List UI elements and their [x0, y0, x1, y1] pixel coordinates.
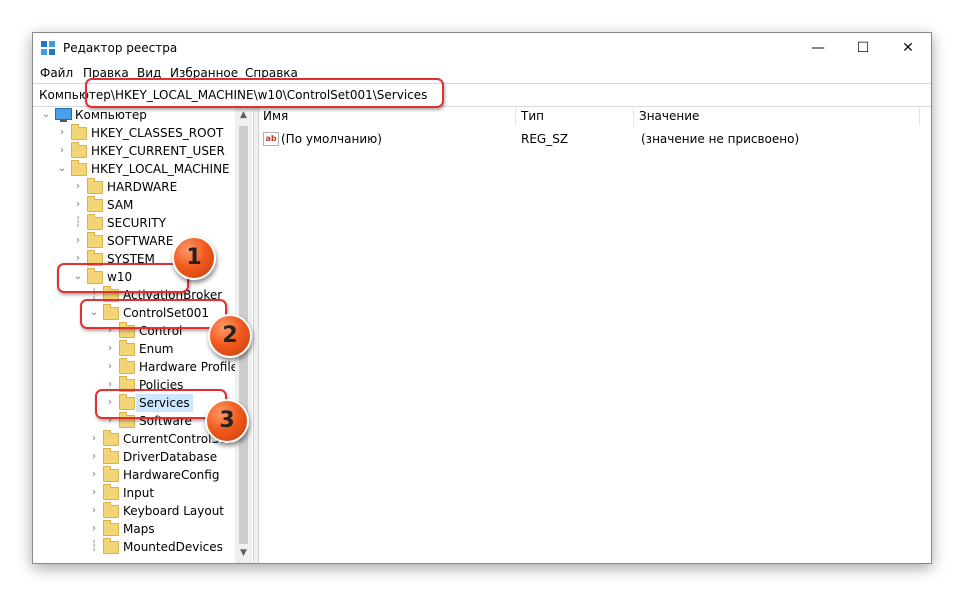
row-name: (По умолчанию) — [281, 132, 382, 146]
tree-item-label: MountedDevices — [123, 540, 223, 554]
folder-icon — [71, 124, 87, 140]
folder-icon — [71, 142, 87, 158]
folder-icon — [103, 538, 119, 554]
address-highlight — [85, 78, 444, 108]
chevron-right-icon[interactable]: › — [105, 358, 115, 376]
tree-item-label: HKEY_LOCAL_MACHINE — [91, 162, 230, 176]
column-header-type[interactable]: Тип — [517, 106, 634, 126]
tree-line-icon: ┆ — [74, 217, 82, 228]
folder-icon — [103, 484, 119, 500]
minimize-button[interactable]: — — [795, 33, 841, 63]
menu-file[interactable]: Файл — [40, 66, 73, 80]
chevron-right-icon[interactable]: › — [73, 232, 83, 250]
folder-icon — [103, 502, 119, 518]
chevron-right-icon[interactable]: › — [89, 520, 99, 538]
chevron-down-icon[interactable]: ⌄ — [41, 106, 51, 124]
title-bar[interactable]: Редактор реестра — ☐ ✕ — [33, 33, 931, 63]
folder-icon — [71, 160, 87, 176]
step-badge-3: 3 — [205, 399, 249, 443]
tree-item-label: Maps — [123, 522, 155, 536]
scroll-down-icon[interactable]: ▼ — [235, 546, 252, 560]
tree-item-label: HKEY_CURRENT_USER — [91, 144, 225, 158]
tree-line-icon: ┆ — [90, 541, 98, 552]
folder-icon — [103, 430, 119, 446]
scroll-up-icon[interactable]: ▲ — [235, 108, 252, 122]
tree-item-label: Keyboard Layout — [123, 504, 225, 518]
folder-icon — [87, 178, 103, 194]
chevron-right-icon[interactable]: › — [57, 124, 67, 142]
registry-editor-icon — [41, 41, 55, 55]
row-value: (значение не присвоено) — [641, 132, 800, 146]
step-badge-1: 1 — [172, 236, 216, 280]
tree-item-label: SOFTWARE — [107, 234, 174, 248]
folder-icon — [87, 196, 103, 212]
tree-item-label: Hardware Profiles — [139, 360, 245, 374]
chevron-right-icon[interactable]: › — [89, 430, 99, 448]
column-header-value[interactable]: Значение — [635, 106, 920, 126]
tree-item-label: DriverDatabase — [123, 450, 218, 464]
chevron-down-icon[interactable]: ⌄ — [57, 160, 67, 178]
folder-icon — [103, 520, 119, 536]
close-button[interactable]: ✕ — [885, 33, 931, 63]
maximize-button[interactable]: ☐ — [840, 33, 886, 63]
tree-item-label: HardwareConfig — [123, 468, 220, 482]
folder-icon — [87, 232, 103, 248]
tree-item-label: Enum — [139, 342, 174, 356]
folder-icon — [119, 358, 135, 374]
folder-icon — [87, 214, 103, 230]
chevron-right-icon[interactable]: › — [89, 484, 99, 502]
tree-item-label: Компьютер — [75, 108, 147, 122]
folder-icon — [119, 340, 135, 356]
w10-highlight — [57, 263, 189, 293]
controlset001-highlight — [80, 299, 227, 329]
chevron-right-icon[interactable]: › — [89, 466, 99, 484]
window-title: Редактор реестра — [63, 41, 178, 55]
tree-item-label: SECURITY — [107, 216, 166, 230]
tree-item-label: HARDWARE — [107, 180, 178, 194]
chevron-right-icon[interactable]: › — [89, 448, 99, 466]
table-row[interactable]: ab (По умолчанию) REG_SZ (значение не пр… — [259, 130, 931, 148]
column-header-name[interactable]: Имя — [259, 106, 516, 126]
values-pane[interactable]: Имя Тип Значение ab (По умолчанию) REG_S… — [259, 106, 931, 563]
chevron-right-icon[interactable]: › — [105, 340, 115, 358]
tree-item-label: SAM — [107, 198, 134, 212]
chevron-right-icon[interactable]: › — [73, 196, 83, 214]
chevron-right-icon[interactable]: › — [73, 178, 83, 196]
computer-icon — [55, 108, 72, 122]
registry-editor-window: Редактор реестра — ☐ ✕ Файл Правка Вид И… — [32, 32, 932, 564]
chevron-right-icon[interactable]: › — [89, 502, 99, 520]
tree-item-label: HKEY_CLASSES_ROOT — [91, 126, 224, 140]
folder-icon — [103, 448, 119, 464]
tree-item-label: Input — [123, 486, 155, 500]
string-value-icon: ab — [263, 132, 279, 146]
step-badge-2: 2 — [208, 314, 252, 358]
chevron-right-icon[interactable]: › — [57, 142, 67, 160]
row-type: REG_SZ — [521, 132, 569, 146]
folder-icon — [103, 466, 119, 482]
